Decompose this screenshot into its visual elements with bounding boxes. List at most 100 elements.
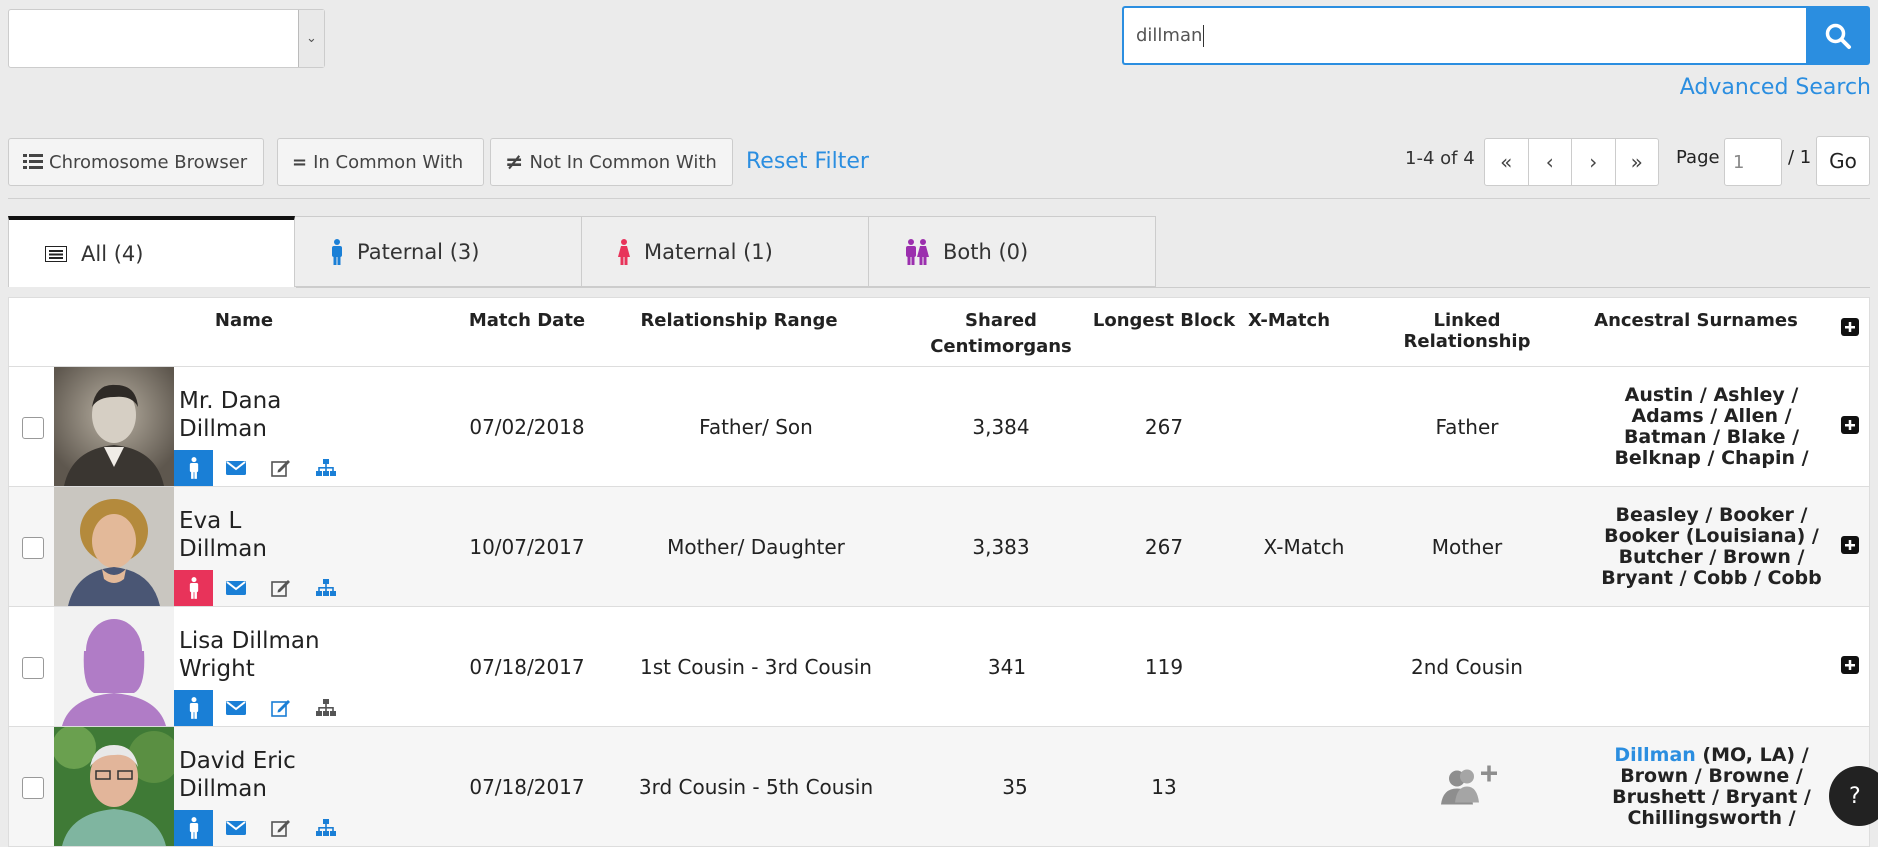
- not-in-common-with-label: Not In Common With: [529, 151, 717, 173]
- envelope-icon[interactable]: [213, 450, 258, 486]
- col-relationship-range[interactable]: Relationship Range: [629, 310, 849, 331]
- match-date: 07/18/2017: [469, 774, 585, 799]
- col-linked-relationship[interactable]: Linked Relationship: [1367, 310, 1567, 352]
- envelope-icon[interactable]: [213, 810, 258, 846]
- chromosome-browser-label: Chromosome Browser: [49, 151, 248, 173]
- table-row[interactable]: David Eric Dillman 07/18/2017 3rd Cousin…: [8, 727, 1878, 847]
- edit-icon[interactable]: [258, 690, 303, 726]
- avatar[interactable]: [54, 367, 174, 486]
- shared-cm: 341: [987, 654, 1027, 679]
- avatar[interactable]: [54, 607, 174, 726]
- edit-icon[interactable]: [258, 810, 303, 846]
- match-name[interactable]: David Eric Dillman: [179, 747, 296, 803]
- row-checkbox[interactable]: [22, 537, 44, 559]
- help-chat-icon[interactable]: ?: [1829, 766, 1878, 826]
- edit-icon[interactable]: [258, 570, 303, 606]
- in-common-with-label: In Common With: [313, 151, 464, 173]
- tab-maternal-label: Maternal (1): [644, 239, 773, 264]
- maternal-side-icon: [174, 570, 213, 606]
- list-icon: [45, 245, 67, 262]
- tab-both-label: Both (0): [943, 239, 1029, 264]
- col-ancestral-surnames[interactable]: Ancestral Surnames: [1581, 310, 1811, 331]
- prev-page-button[interactable]: ‹: [1529, 139, 1572, 185]
- tab-paternal[interactable]: Paternal (3): [295, 216, 582, 287]
- tab-maternal[interactable]: Maternal (1): [582, 216, 869, 287]
- ancestral-surnames: Dillman (MO, LA) / Brown / Browne / Brus…: [1589, 744, 1834, 829]
- add-relationship-icon[interactable]: [1437, 762, 1497, 811]
- tab-both[interactable]: Both (0): [869, 216, 1156, 287]
- reset-filter-link[interactable]: Reset Filter: [746, 149, 869, 174]
- chromosome-browser-button[interactable]: Chromosome Browser: [8, 138, 264, 186]
- envelope-icon[interactable]: [213, 570, 258, 606]
- add-column-icon[interactable]: [1841, 318, 1859, 341]
- linked-relationship: 2nd Cousin: [1411, 654, 1523, 679]
- family-tree-icon[interactable]: [303, 570, 348, 606]
- edit-icon[interactable]: [258, 450, 303, 486]
- avatar[interactable]: [54, 487, 174, 606]
- match-name[interactable]: Eva L Dillman: [179, 507, 267, 563]
- expand-row-icon[interactable]: [1841, 535, 1859, 559]
- col-shared-cm-line2: Centimorgans: [930, 336, 1072, 357]
- paternal-side-icon: [174, 690, 213, 726]
- paternal-side-icon: [174, 450, 213, 486]
- search-button[interactable]: [1806, 6, 1870, 65]
- last-page-button[interactable]: »: [1616, 139, 1659, 185]
- go-button[interactable]: Go: [1816, 136, 1870, 186]
- in-common-with-button[interactable]: = In Common With: [277, 138, 484, 186]
- family-tree-icon[interactable]: [303, 810, 348, 846]
- not-in-common-with-button[interactable]: ≠ Not In Common With: [490, 138, 733, 186]
- col-longest-block[interactable]: Longest Block: [1084, 310, 1244, 331]
- page-number-input[interactable]: 1: [1724, 138, 1782, 186]
- advanced-search-link[interactable]: Advanced Search: [1680, 75, 1871, 100]
- ancestral-surnames: Austin / Ashley / Adams / Allen / Batman…: [1614, 383, 1809, 469]
- avatar[interactable]: [54, 727, 174, 846]
- match-tabs: All (4) Paternal (3) Maternal (1) Both (…: [8, 216, 1156, 287]
- ancestral-surnames: Beasley / Booker / Booker (Louisiana) / …: [1601, 503, 1822, 589]
- divider: [8, 198, 1870, 199]
- match-name-line1: Eva L: [179, 508, 242, 534]
- col-shared-cm[interactable]: Shared Centimorgans: [921, 308, 1081, 360]
- match-name[interactable]: Mr. Dana Dillman: [179, 387, 281, 443]
- row-checkbox[interactable]: [22, 417, 44, 439]
- shared-cm: 3,384: [972, 414, 1030, 439]
- matches-table: Name Match Date Relationship Range Share…: [8, 297, 1878, 847]
- relationship-range: 1st Cousin - 3rd Cousin: [640, 654, 872, 679]
- tab-paternal-label: Paternal (3): [357, 239, 480, 264]
- col-x-match[interactable]: X-Match: [1239, 310, 1339, 331]
- table-header: Name Match Date Relationship Range Share…: [8, 297, 1870, 367]
- expand-row-icon[interactable]: [1841, 655, 1859, 679]
- surname-link[interactable]: Dillman: [1614, 744, 1695, 766]
- envelope-icon[interactable]: [213, 690, 258, 726]
- family-tree-icon[interactable]: [303, 690, 348, 726]
- family-tree-icon[interactable]: [303, 450, 348, 486]
- tab-all[interactable]: All (4): [8, 216, 295, 287]
- expand-row-icon[interactable]: [1841, 415, 1859, 439]
- col-name[interactable]: Name: [209, 310, 279, 331]
- page-total: / 1: [1788, 147, 1812, 168]
- match-name[interactable]: Lisa Dillman Wright: [179, 627, 320, 683]
- match-date: 07/02/2018: [469, 414, 585, 439]
- search-input[interactable]: dillman: [1122, 6, 1808, 65]
- table-row[interactable]: Lisa Dillman Wright 07/18/2017 1st Cousi…: [8, 607, 1870, 727]
- match-name-line1: Mr. Dana: [179, 388, 282, 414]
- chevron-down-icon[interactable]: ⌄: [298, 10, 324, 67]
- first-page-button[interactable]: «: [1485, 139, 1529, 185]
- table-row[interactable]: Mr. Dana Dillman 07/02/2018 Father/ Son …: [8, 367, 1870, 487]
- male-person-icon: [332, 238, 342, 265]
- match-name-line1: Lisa Dillman: [179, 628, 320, 654]
- linked-relationship: Father: [1435, 414, 1499, 439]
- female-silhouette-icon: [54, 607, 174, 726]
- couple-icon: [906, 238, 929, 265]
- tab-all-label: All (4): [81, 241, 144, 266]
- match-name-line2: Dillman: [179, 776, 267, 802]
- next-page-button[interactable]: ›: [1572, 139, 1616, 185]
- tab-underline: [296, 287, 1870, 288]
- linked-relationship: Mother: [1431, 534, 1503, 559]
- match-date: 07/18/2017: [469, 654, 585, 679]
- table-row[interactable]: Eva L Dillman 10/07/2017 Mother/ Daughte…: [8, 487, 1870, 607]
- filter-select[interactable]: ⌄: [8, 9, 325, 68]
- row-checkbox[interactable]: [22, 657, 44, 679]
- col-match-date[interactable]: Match Date: [457, 310, 597, 331]
- match-name-line1: David Eric: [179, 748, 296, 774]
- row-checkbox[interactable]: [22, 777, 44, 799]
